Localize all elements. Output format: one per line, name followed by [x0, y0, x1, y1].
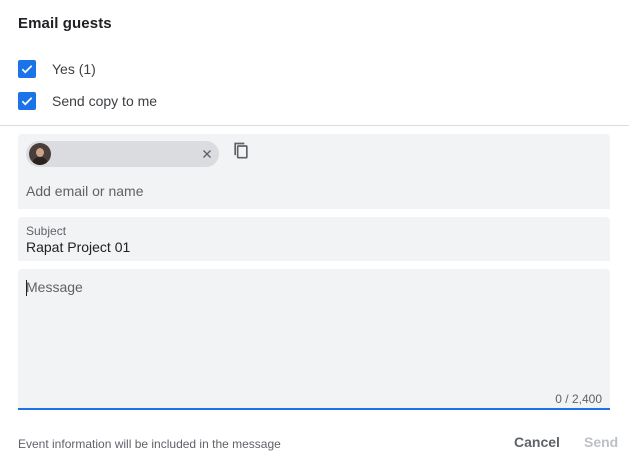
yes-label: Yes (1) — [52, 61, 96, 77]
yes-checkbox[interactable] — [18, 60, 36, 78]
send-copy-label: Send copy to me — [52, 93, 158, 109]
message-input[interactable] — [26, 279, 596, 379]
cancel-button[interactable]: Cancel — [514, 434, 560, 450]
close-icon[interactable] — [200, 147, 214, 161]
character-counter: 0 / 2,400 — [555, 392, 602, 406]
send-copy-option[interactable]: Send copy to me — [18, 91, 157, 111]
checkmark-icon — [21, 97, 33, 106]
dialog-title: Email guests — [18, 15, 112, 32]
subject-value[interactable]: Rapat Project 01 — [26, 239, 130, 255]
yes-option[interactable]: Yes (1) — [18, 59, 96, 79]
footer-note: Event information will be included in th… — [18, 437, 281, 451]
recipients-field[interactable] — [18, 134, 610, 209]
divider — [0, 125, 629, 126]
checkmark-icon — [21, 65, 33, 74]
copy-icon[interactable] — [231, 141, 251, 161]
message-field[interactable]: 0 / 2,400 — [18, 269, 610, 410]
avatar — [29, 143, 51, 165]
recipient-chip[interactable] — [26, 141, 219, 167]
add-email-input[interactable] — [26, 182, 426, 200]
send-copy-checkbox[interactable] — [18, 92, 36, 110]
send-button[interactable]: Send — [584, 434, 618, 450]
subject-label: Subject — [26, 224, 67, 238]
text-caret — [26, 280, 27, 296]
subject-field[interactable]: Subject Rapat Project 01 — [18, 217, 610, 261]
